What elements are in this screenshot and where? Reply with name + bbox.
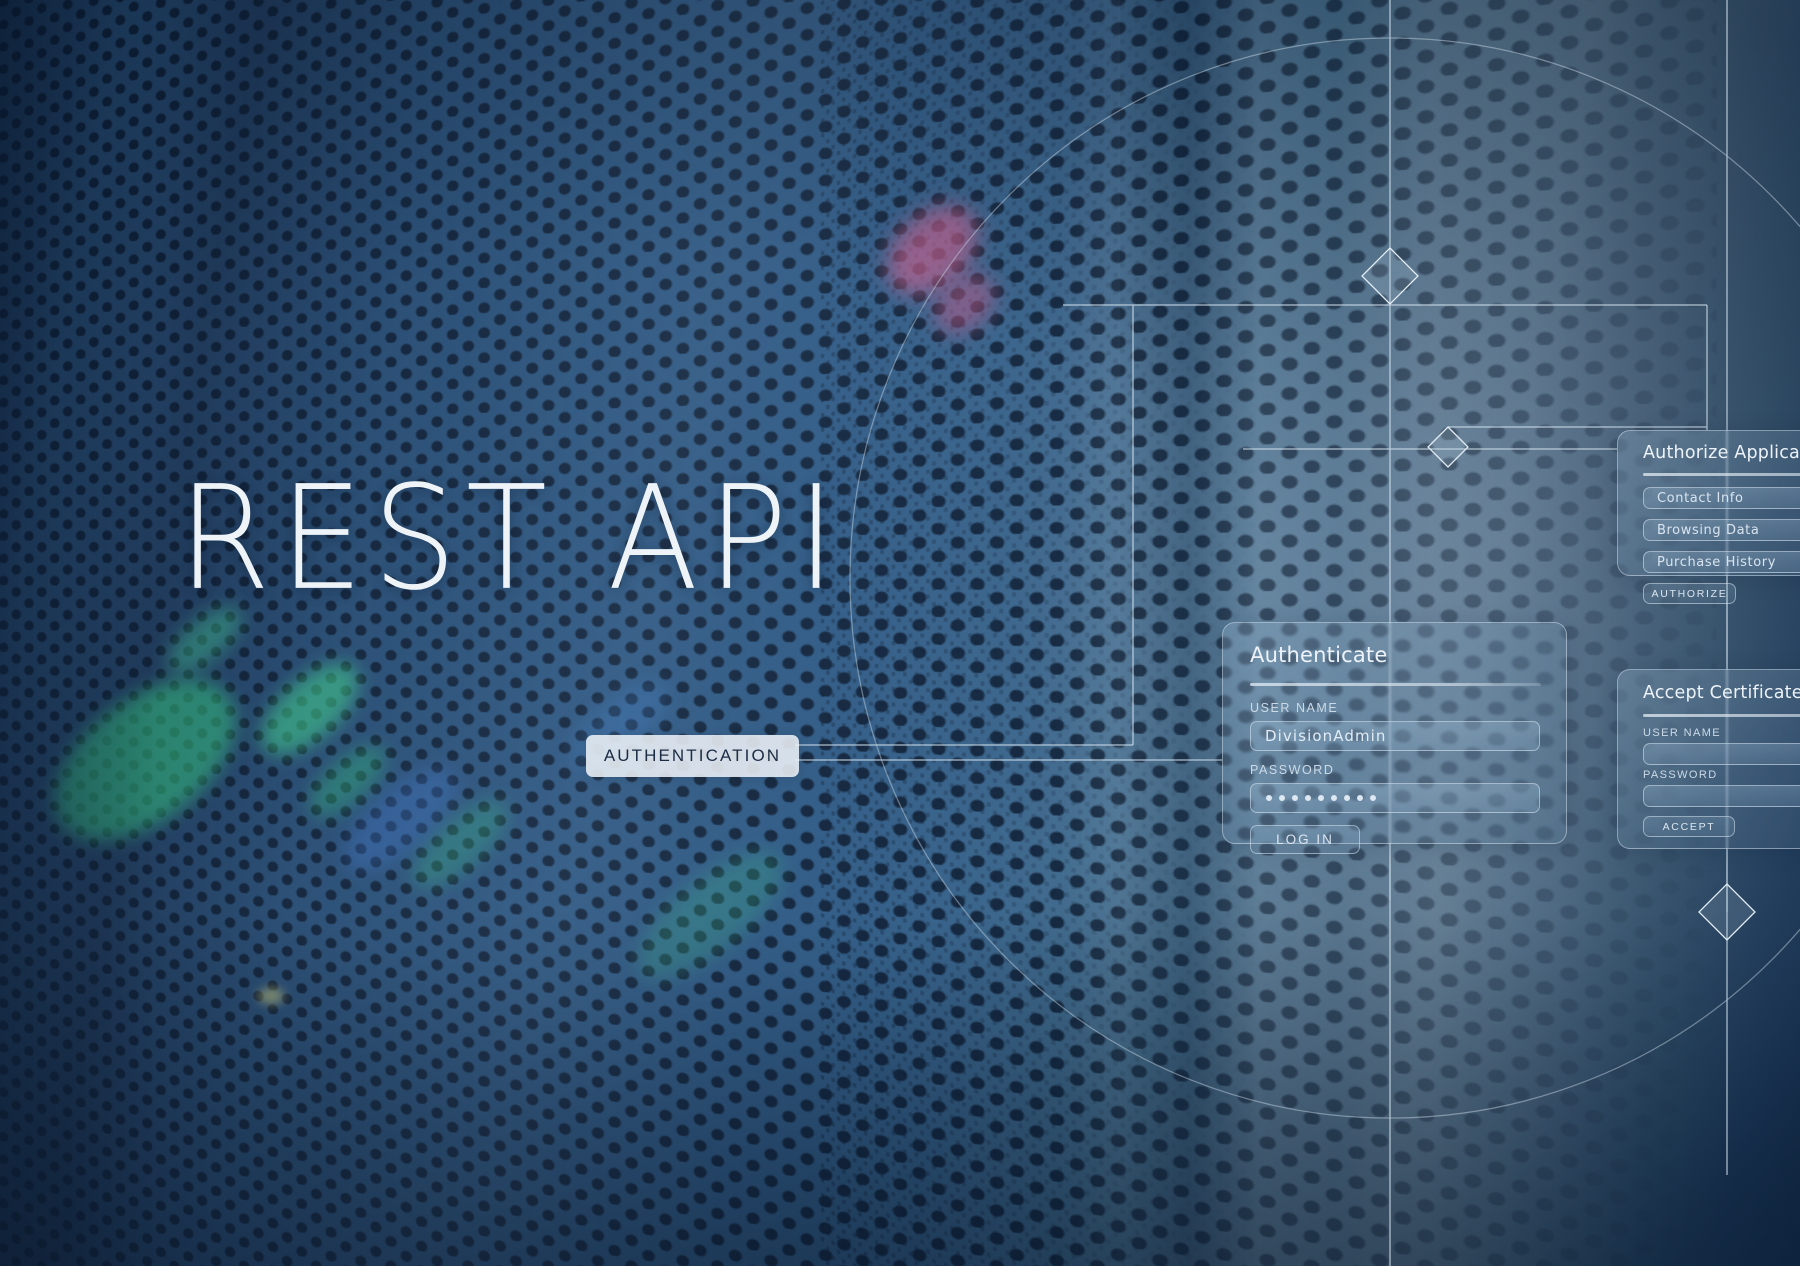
authorize-option-browsing-data[interactable]: Browsing Data — [1643, 519, 1800, 541]
username-label: USER NAME — [1250, 701, 1339, 715]
diamond-node-icon — [1427, 426, 1469, 468]
authorize-panel-title: Authorize Application — [1643, 443, 1800, 463]
authentication-badge[interactable]: AUTHENTICATION — [586, 735, 799, 777]
accept-button-label: ACCEPT — [1662, 820, 1716, 833]
certificate-username-input[interactable] — [1643, 743, 1800, 765]
certificate-password-input[interactable] — [1643, 785, 1800, 807]
panel-divider — [1643, 473, 1800, 476]
log-in-button[interactable]: LOG IN — [1250, 825, 1360, 854]
page-title: REST API — [178, 456, 845, 623]
authorize-application-panel: Authorize Application Contact Info Brows… — [1617, 430, 1800, 604]
accept-certificate-panel-title: Accept Certificate — [1643, 683, 1800, 703]
authorize-button-label: AUTHORIZE — [1651, 587, 1728, 600]
accept-button[interactable]: ACCEPT — [1643, 816, 1735, 837]
option-label: Browsing Data — [1657, 522, 1760, 538]
diamond-node-icon — [1698, 883, 1756, 941]
username-input[interactable]: DivisionAdmin — [1250, 721, 1540, 751]
password-label: PASSWORD — [1250, 763, 1335, 777]
authorize-option-contact-info[interactable]: Contact Info — [1643, 487, 1800, 509]
panel-divider — [1643, 714, 1800, 717]
rest-api-auth-hero: REST API AUTHENTICATION Authenticate USE… — [0, 0, 1800, 1266]
password-input[interactable] — [1250, 783, 1540, 813]
password-masked-dots — [1251, 795, 1376, 801]
authorize-option-purchase-history[interactable]: Purchase History — [1643, 551, 1800, 573]
username-input-value: DivisionAdmin — [1265, 727, 1387, 745]
accept-certificate-panel: Accept Certificate USER NAME PASSWORD AC… — [1617, 669, 1800, 849]
authenticate-panel-title: Authenticate — [1250, 643, 1388, 667]
option-label: Contact Info — [1657, 490, 1744, 506]
diamond-node-icon — [1361, 247, 1419, 305]
option-label: Purchase History — [1657, 554, 1777, 570]
log-in-button-label: LOG IN — [1276, 832, 1334, 847]
authorize-button[interactable]: AUTHORIZE — [1643, 583, 1736, 604]
certificate-password-label: PASSWORD — [1643, 769, 1718, 781]
certificate-username-label: USER NAME — [1643, 727, 1721, 739]
panel-divider — [1250, 683, 1541, 686]
orbit-circle-icon — [849, 37, 1800, 1119]
authenticate-panel: Authenticate USER NAME DivisionAdmin PAS… — [1222, 622, 1567, 854]
